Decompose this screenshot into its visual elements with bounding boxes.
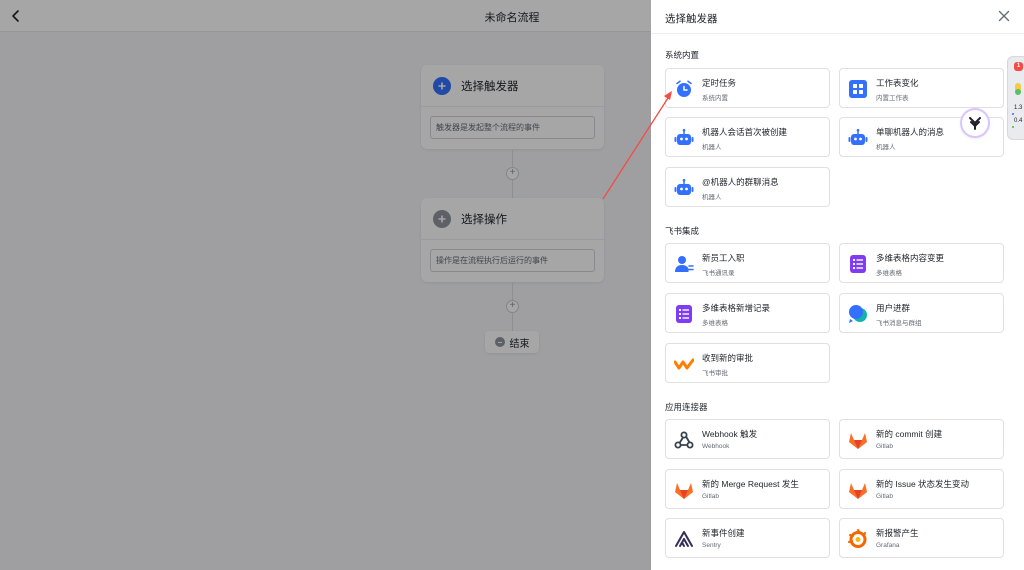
- panel-title: 选择触发器: [665, 13, 718, 25]
- section-title-feishu: 飞书集成: [665, 226, 700, 236]
- trigger-card-name: Webhook 触发: [702, 429, 758, 439]
- trigger-card-scheduled-task[interactable]: 定时任务 系统内置: [665, 68, 830, 108]
- trigger-selector-panel: 选择触发器 系统内置 飞书集成 应用连接器 定时任务 系统内置 工作表变化 内置…: [651, 0, 1024, 570]
- user-add-icon: [674, 254, 694, 274]
- grid-icon: [848, 79, 868, 99]
- trigger-card-name: @机器人的群聊消息: [702, 177, 779, 187]
- trigger-card-category: 飞书通讯录: [702, 270, 735, 277]
- trigger-card-name: 单聊机器人的消息: [876, 127, 945, 137]
- trigger-card-name: 机器人会话首次被创建: [702, 127, 788, 137]
- bitable-icon: [674, 304, 694, 324]
- trigger-card-category: 系统内置: [702, 95, 728, 102]
- trigger-card-bitable-new-record[interactable]: 多维表格新增记录 多维表格: [665, 293, 830, 333]
- gitlab-icon: [674, 480, 694, 500]
- trigger-card-category: 飞书消息与群组: [876, 320, 922, 327]
- sentry-icon: [674, 529, 694, 549]
- alarm-clock-icon: [674, 79, 694, 99]
- panel-header: 选择触发器: [651, 0, 1024, 34]
- trigger-card-category: Gitlab: [876, 493, 893, 500]
- section-title-builtin: 系统内置: [665, 50, 700, 60]
- trigger-card-name: 新事件创建: [702, 528, 745, 538]
- trigger-card-category: 机器人: [876, 144, 896, 151]
- trigger-card-bot-session-created[interactable]: 机器人会话首次被创建 机器人: [665, 117, 830, 157]
- trigger-card-category: 多维表格: [876, 270, 902, 277]
- close-icon[interactable]: [998, 10, 1010, 22]
- trigger-card-name: 多维表格新增记录: [702, 303, 771, 313]
- trigger-card-bot-group-mention[interactable]: @机器人的群聊消息 机器人: [665, 167, 830, 207]
- section-title-connectors: 应用连接器: [665, 402, 708, 412]
- status-dot-icon: [1012, 113, 1014, 115]
- trigger-card-category: 多维表格: [702, 320, 728, 327]
- side-stat-2: 0.4: [1014, 118, 1023, 124]
- extension-logo-icon: [969, 117, 981, 130]
- status-dot-icon: [1012, 126, 1014, 128]
- trigger-card-name: 用户进群: [876, 303, 911, 313]
- trigger-card-name: 新的 Issue 状态发生变动: [876, 479, 970, 489]
- notification-badge: 1: [1014, 62, 1023, 71]
- approval-icon: [674, 354, 694, 374]
- leaf-icon: [1015, 89, 1021, 95]
- trigger-card-name: 新员工入职: [702, 253, 745, 263]
- trigger-card-category: Gitlab: [702, 493, 719, 500]
- gitlab-icon: [848, 480, 868, 500]
- trigger-card-webhook[interactable]: Webhook 触发 Webhook: [665, 419, 830, 459]
- trigger-card-new-employee[interactable]: 新员工入职 飞书通讯录: [665, 243, 830, 283]
- trigger-card-new-approval[interactable]: 收到新的审批 飞书审批: [665, 343, 830, 383]
- trigger-card-gitlab-commit[interactable]: 新的 commit 创建 Gitlab: [839, 419, 1004, 459]
- modal-overlay[interactable]: [0, 0, 651, 570]
- trigger-card-grafana-alert[interactable]: 新报警产生 Grafana: [839, 518, 1004, 558]
- trigger-card-name: 定时任务: [702, 78, 737, 88]
- trigger-card-name: 多维表格内容变更: [876, 253, 945, 263]
- trigger-card-name: 新的 commit 创建: [876, 429, 943, 439]
- trigger-card-gitlab-merge-request[interactable]: 新的 Merge Request 发生 Gitlab: [665, 469, 830, 509]
- robot-icon: [848, 128, 868, 148]
- webhook-icon: [674, 430, 694, 450]
- trigger-card-category: Gitlab: [876, 443, 893, 450]
- trigger-card-category: 机器人: [702, 144, 722, 151]
- trigger-card-gitlab-issue-status[interactable]: 新的 Issue 状态发生变动 Gitlab: [839, 469, 1004, 509]
- side-toolbar-tab[interactable]: 1 1.3 0.4: [1007, 56, 1024, 140]
- trigger-card-sentry-event[interactable]: 新事件创建 Sentry: [665, 518, 830, 558]
- gitlab-icon: [848, 430, 868, 450]
- trigger-card-category: 机器人: [702, 194, 722, 201]
- trigger-card-name: 工作表变化: [876, 78, 919, 88]
- trigger-card-category: Webhook: [702, 443, 730, 450]
- trigger-card-worksheet-change[interactable]: 工作表变化 内置工作表: [839, 68, 1004, 108]
- bitable-icon: [848, 254, 868, 274]
- extension-badge[interactable]: [962, 110, 988, 136]
- trigger-card-name: 收到新的审批: [702, 353, 754, 363]
- trigger-card-category: Grafana: [876, 542, 900, 549]
- trigger-card-category: 内置工作表: [876, 95, 909, 102]
- grafana-icon: [848, 529, 868, 549]
- trigger-card-name: 新报警产生: [876, 528, 919, 538]
- robot-icon: [674, 128, 694, 148]
- trigger-card-category: Sentry: [702, 542, 721, 549]
- trigger-card-bitable-content-change[interactable]: 多维表格内容变更 多维表格: [839, 243, 1004, 283]
- side-stat-1: 1.3: [1014, 105, 1023, 111]
- trigger-card-name: 新的 Merge Request 发生: [702, 479, 799, 489]
- trigger-card-category: 飞书审批: [702, 370, 728, 377]
- chat-group-icon: [848, 304, 868, 324]
- robot-icon: [674, 178, 694, 198]
- trigger-card-user-join-group[interactable]: 用户进群 飞书消息与群组: [839, 293, 1004, 333]
